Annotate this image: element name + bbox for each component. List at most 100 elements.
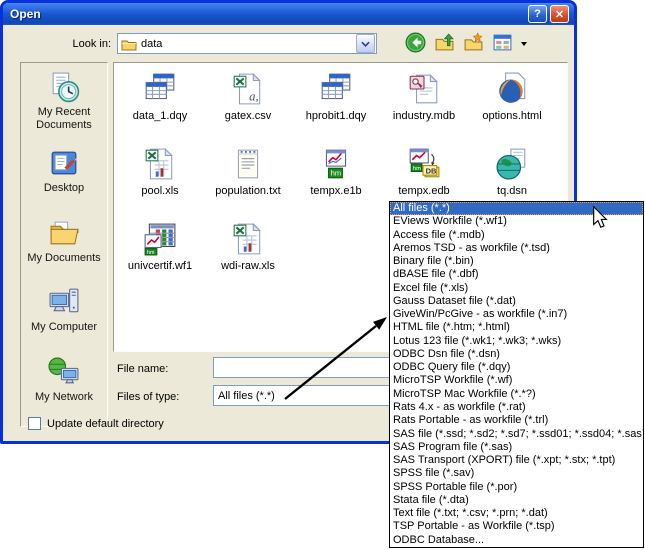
file-tempx-e1b[interactable]: hm tempx.e1b — [292, 146, 380, 208]
file-tempx-edb[interactable]: hmDB tempx.edb — [380, 146, 468, 208]
file-name-label: wdi-raw.xls — [221, 260, 275, 272]
filetype-option-microtsp-workfile-wf[interactable]: MicroTSP Workfile (*.wf) — [390, 374, 643, 387]
file-name-label: data_1.dqy — [133, 110, 187, 122]
window-title: Open — [10, 7, 525, 21]
filetype-option-dbase-file-dbf[interactable]: dBASE file (*.dbf) — [390, 268, 643, 281]
filetype-option-sas-transport-xport-file-xpt-s[interactable]: SAS Transport (XPORT) file (*.xpt; *.stx… — [390, 454, 643, 467]
help-button[interactable]: ? — [528, 5, 547, 23]
sidebar-item-my-documents[interactable]: My Documents — [22, 217, 106, 287]
page: Open ? ✕ Look in: data My Recent Documen… — [0, 0, 645, 550]
create-new-folder-button[interactable] — [462, 33, 484, 55]
my-network-icon — [48, 356, 81, 389]
filetype-option-spss-file-sav[interactable]: SPSS file (*.sav) — [390, 467, 643, 480]
views-icon — [492, 32, 513, 56]
filetype-option-rats-4-x-as-workfile-rat[interactable]: Rats 4.x - as workfile (*.rat) — [390, 401, 643, 414]
svg-text:hm: hm — [331, 169, 341, 178]
file-name-label: univcertif.wf1 — [128, 260, 192, 272]
sidebar-item-my-recent-documents[interactable]: My Recent Documents — [22, 71, 106, 147]
file-univcertif-wf1[interactable]: hm univcertif.wf1 — [116, 221, 204, 283]
file-industry-mdb[interactable]: industry.mdb — [380, 71, 468, 133]
filetype-option-all-files[interactable]: All files (*.*) — [390, 202, 643, 215]
excel-csv-icon: a, — [231, 71, 265, 107]
titlebar[interactable]: Open ? ✕ — [3, 3, 574, 25]
close-button[interactable]: ✕ — [550, 5, 569, 23]
new-folder-icon — [463, 32, 484, 56]
filetype-option-odbc-dsn-file-dsn[interactable]: ODBC Dsn file (*.dsn) — [390, 348, 643, 361]
sidebar-item-desktop[interactable]: Desktop — [22, 147, 106, 217]
workfile-icon: hm — [143, 221, 177, 257]
file-tq-dsn[interactable]: tq.dsn — [468, 146, 556, 208]
sidebar-item-my-network[interactable]: My Network — [22, 356, 106, 426]
excel-sheet-icon — [231, 221, 265, 257]
filetype-option-access-file-mdb[interactable]: Access file (*.mdb) — [390, 229, 643, 242]
files-of-type-label: Files of type: — [117, 391, 179, 403]
filetype-option-odbc-query-file-dqy[interactable]: ODBC Query file (*.dqy) — [390, 361, 643, 374]
desktop-icon — [48, 147, 81, 180]
filetype-option-eviews-workfile-wf1[interactable]: EViews Workfile (*.wf1) — [390, 215, 643, 228]
views-button[interactable] — [491, 33, 513, 55]
look-in-combobox[interactable]: data — [117, 33, 377, 54]
filetype-option-gauss-dataset-file-dat[interactable]: Gauss Dataset file (*.dat) — [390, 295, 643, 308]
file-name-label: File name: — [117, 363, 168, 375]
places-sidebar: My Recent Documents Desktop My Documents My… — [20, 62, 108, 427]
file-gatex-csv[interactable]: a,gatex.csv — [204, 71, 292, 133]
file-pool-xls[interactable]: pool.xls — [116, 146, 204, 208]
back-button[interactable] — [404, 33, 426, 55]
svg-text:hm: hm — [147, 250, 155, 256]
look-in-dropdown-button[interactable] — [356, 34, 375, 53]
svg-text:a,: a, — [249, 90, 259, 104]
text-doc-icon — [231, 146, 265, 182]
back-icon — [405, 32, 426, 56]
filetype-option-excel-file-xls[interactable]: Excel file (*.xls) — [390, 282, 643, 295]
file-name-label: hprobit1.dqy — [306, 110, 367, 122]
file-name-label: industry.mdb — [393, 110, 455, 122]
filetype-option-sas-program-file-sas[interactable]: SAS Program file (*.sas) — [390, 441, 643, 454]
file-options-html[interactable]: options.html — [468, 71, 556, 133]
files-of-type-value: All files (*.*) — [214, 390, 275, 402]
sidebar-item-my-computer[interactable]: My Computer — [22, 286, 106, 356]
file-name-label: tempx.edb — [398, 185, 449, 197]
look-in-label: Look in: — [31, 38, 111, 50]
sidebar-item-label: My Documents — [27, 252, 100, 265]
filetype-option-rats-portable-as-workfile-trl[interactable]: Rats Portable - as workfile (*.trl) — [390, 414, 643, 427]
recent-documents-icon — [48, 71, 81, 104]
file-name-label: tempx.e1b — [310, 185, 361, 197]
query-spreadsheet-icon — [143, 71, 177, 107]
file-name-label: population.txt — [215, 185, 280, 197]
eviews-graph-icon: hm — [319, 146, 353, 182]
filetype-option-binary-file-bin[interactable]: Binary file (*.bin) — [390, 255, 643, 268]
sidebar-item-label: Desktop — [44, 182, 84, 195]
sidebar-item-label: My Recent Documents — [22, 106, 106, 132]
chevron-down-icon — [361, 41, 370, 47]
filetype-option-stata-file-dta[interactable]: Stata file (*.dta) — [390, 494, 643, 507]
file-name-label: tq.dsn — [497, 185, 527, 197]
up-one-level-button[interactable] — [433, 33, 455, 55]
filetype-option-odbc-database[interactable]: ODBC Database... — [390, 534, 643, 547]
chevron-down-icon[interactable] — [521, 42, 527, 46]
look-in-value: data — [141, 38, 355, 50]
filetype-option-microtsp-mac-workfile[interactable]: MicroTSP Mac Workfile (*.*?) — [390, 388, 643, 401]
filetype-option-tsp-portable-as-workfile-tsp[interactable]: TSP Portable - as Workfile (*.tsp) — [390, 520, 643, 533]
sidebar-item-label: My Network — [35, 391, 93, 404]
file-name-label: options.html — [482, 110, 541, 122]
filetype-option-aremos-tsd-as-workfile-tsd[interactable]: Aremos TSD - as workfile (*.tsd) — [390, 242, 643, 255]
my-documents-icon — [48, 217, 81, 250]
filetype-option-html-file-htm-html[interactable]: HTML file (*.htm; *.html) — [390, 321, 643, 334]
folder-icon — [121, 37, 137, 51]
file-hprobit1-dqy[interactable]: hprobit1.dqy — [292, 71, 380, 133]
filetype-option-givewin-pcgive-as-workfile-in7[interactable]: GiveWin/PcGive - as workfile (*.in7) — [390, 308, 643, 321]
filetype-option-text-file-txt-csv-prn-dat[interactable]: Text file (*.txt; *.csv; *.prn; *.dat) — [390, 507, 643, 520]
update-default-directory-checkbox[interactable] — [28, 417, 41, 430]
file-data-1-dqy[interactable]: data_1.dqy — [116, 71, 204, 133]
file-population-txt[interactable]: population.txt — [204, 146, 292, 208]
filetype-option-sas-file-ssd-sd2-sd7-ssd01-ssd[interactable]: SAS file (*.ssd; *.sd2; *.sd7; *.ssd01; … — [390, 428, 643, 441]
eviews-db-icon: hmDB — [407, 146, 441, 182]
globe-dsn-icon — [495, 146, 529, 182]
file-name-label: pool.xls — [141, 185, 178, 197]
file-wdi-raw-xls[interactable]: wdi-raw.xls — [204, 221, 292, 283]
excel-sheet-icon — [143, 146, 177, 182]
filetype-option-spss-portable-file-por[interactable]: SPSS Portable file (*.por) — [390, 481, 643, 494]
filetype-option-lotus-123-file-wk1-wk3-wks[interactable]: Lotus 123 file (*.wk1; *.wk3; *.wks) — [390, 335, 643, 348]
svg-text:hm: hm — [413, 166, 421, 172]
files-of-type-dropdown-list[interactable]: All files (*.*)EViews Workfile (*.wf1)Ac… — [389, 201, 644, 548]
